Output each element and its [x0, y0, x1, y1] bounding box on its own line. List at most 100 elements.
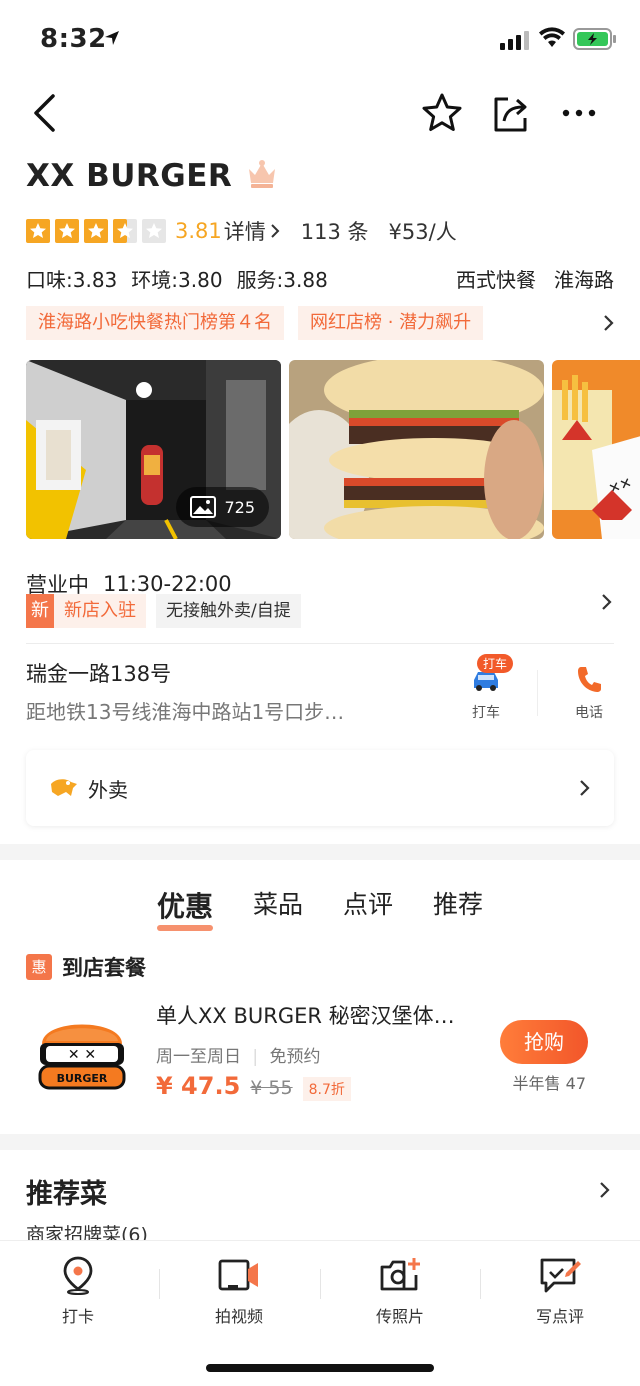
service-tag: 无接触外卖/自提	[156, 594, 301, 628]
tab-deals[interactable]: 优惠	[156, 885, 213, 933]
metro-distance: 距地铁13号线淮海中路站1号口步…	[26, 700, 345, 724]
service-score: 服务:3.88	[236, 268, 328, 292]
deal-days: 周一至周日	[156, 1047, 241, 1067]
burger-logo-text: BURGER	[57, 1072, 108, 1085]
status-time: 8:32	[40, 24, 107, 54]
svg-text:✕ ✕: ✕ ✕	[68, 1047, 96, 1063]
write-review-label: 写点评	[535, 1307, 584, 1326]
environment-score: 环境:3.80	[131, 268, 223, 292]
section-separator	[0, 1134, 640, 1150]
deal-conditions: 周一至周日 | 免预约	[156, 1047, 321, 1067]
video-label: 拍视频	[214, 1307, 263, 1326]
back-button[interactable]	[24, 88, 64, 138]
star-full-icon	[26, 219, 50, 243]
nav-bar	[0, 88, 640, 138]
divider	[26, 643, 614, 644]
star-empty-icon	[142, 219, 166, 243]
back-icon	[34, 94, 55, 132]
review-count[interactable]: 113 条	[301, 216, 369, 246]
photo-gallery[interactable]: 725 ✕✕	[26, 360, 640, 539]
chevron-right-icon[interactable]	[598, 1180, 612, 1200]
photo-count: 725	[224, 497, 255, 517]
more-button[interactable]	[556, 88, 602, 138]
write-review-button[interactable]: 写点评	[510, 1255, 610, 1327]
shop-category[interactable]: 西式快餐	[456, 264, 536, 293]
star-full-icon	[55, 219, 79, 243]
image-icon	[190, 496, 217, 518]
tab-reviews[interactable]: 点评	[343, 885, 393, 933]
deal-price-now: ¥ 47.5	[156, 1072, 241, 1100]
deal-discount: 8.7折	[302, 1077, 351, 1101]
phone-label: 电话	[575, 705, 603, 721]
phone-icon	[578, 667, 601, 692]
address-section[interactable]: 瑞金一路138号 距地铁13号线淮海中路站1号口步… 打车 打车 电话	[26, 654, 614, 725]
separator	[480, 1269, 481, 1299]
rating-detail-label: 详情	[223, 220, 266, 244]
delivery-icon	[51, 779, 77, 796]
bottom-action-bar: 打卡 拍视频 传照片 写点评	[0, 1240, 640, 1386]
cellular-signal-icon	[500, 30, 530, 54]
taxi-label: 打车	[472, 705, 500, 721]
burger-logo: ✕ ✕ BURGER	[36, 1008, 128, 1098]
video-button[interactable]: 拍视频	[189, 1255, 289, 1327]
rating-row: 3.81 详情 113 条 ¥53/人	[26, 216, 457, 246]
new-badge: 新	[26, 594, 54, 628]
rank-tag-influencer[interactable]: 网红店榜 · 潜力飙升	[298, 306, 484, 340]
rating-detail-link[interactable]: 详情	[224, 216, 281, 246]
photo-upload-label: 传照片	[375, 1307, 424, 1326]
checkin-button[interactable]: 打卡	[28, 1255, 128, 1327]
takeout-label: 外卖	[88, 777, 128, 802]
section-separator	[0, 844, 640, 860]
sub-scores-row: 口味:3.83 环境:3.80 服务:3.88 西式快餐 淮海路	[26, 264, 614, 293]
photo-upload-button[interactable]: 传照片	[350, 1255, 450, 1327]
rating-score: 3.81	[175, 219, 222, 243]
deal-card[interactable]: ✕ ✕ BURGER 单人XX BURGER 秘密汉堡体… 周一至周日 | 免预…	[26, 996, 614, 1116]
separator	[159, 1269, 160, 1299]
chevron-right-icon	[604, 315, 614, 331]
location-arrow-icon	[103, 29, 121, 51]
taxi-button[interactable]: 打车 打车	[451, 654, 521, 722]
share-button[interactable]	[486, 88, 536, 138]
shop-address[interactable]: 瑞金一路138号	[26, 658, 614, 688]
business-hours: 11:30-22:00	[103, 572, 232, 596]
chevron-right-icon	[271, 224, 280, 238]
deal-section-header: 惠 到店套餐	[26, 952, 146, 982]
photo-interior[interactable]: 725	[26, 360, 281, 539]
star-outline-icon	[422, 93, 462, 131]
new-shop-tag: 新店入驻	[54, 594, 146, 628]
buy-button[interactable]: 抢购	[500, 1020, 588, 1064]
wifi-icon	[538, 27, 566, 53]
shop-area[interactable]: 淮海路	[554, 264, 614, 293]
takeout-entry[interactable]: 外卖	[26, 750, 614, 826]
rank-tags-row[interactable]: 淮海路小吃快餐热门榜第４名 网红店榜 · 潜力飙升	[26, 306, 616, 340]
favorite-button[interactable]	[416, 88, 468, 138]
photo-count-badge[interactable]: 725	[176, 487, 269, 527]
crown-icon	[246, 159, 278, 193]
taxi-badge: 打车	[477, 654, 514, 673]
rank-tag-hot[interactable]: 淮海路小吃快餐热门榜第４名	[26, 306, 284, 340]
phone-button[interactable]: 电话	[554, 658, 624, 722]
avg-price: ¥53/人	[388, 220, 457, 244]
deal-title[interactable]: 单人XX BURGER 秘密汉堡体…	[156, 1000, 455, 1030]
camera-icon	[380, 1258, 420, 1291]
deal-reserve: 免预约	[269, 1047, 321, 1067]
status-bar: 8:32	[0, 0, 640, 80]
photo-burger[interactable]	[289, 360, 544, 539]
deal-section-title: 到店套餐	[62, 956, 146, 980]
star-rating	[26, 219, 171, 243]
shop-tags-row: 新 新店入驻 无接触外卖/自提	[26, 594, 301, 628]
deal-badge: 惠	[26, 954, 52, 980]
more-icon	[562, 109, 596, 117]
tab-recommend[interactable]: 推荐	[433, 885, 483, 933]
tab-dishes[interactable]: 菜品	[253, 885, 303, 933]
location-pin-icon	[63, 1256, 93, 1295]
star-half-icon	[113, 219, 137, 243]
write-review-icon	[540, 1258, 581, 1293]
separator	[537, 670, 538, 716]
section-tabs: 优惠 菜品 点评 推荐	[0, 885, 640, 933]
checkin-label: 打卡	[61, 1307, 94, 1326]
recommend-title[interactable]: 推荐菜	[26, 1172, 107, 1211]
photo-fries[interactable]: ✕✕	[552, 360, 640, 539]
home-indicator[interactable]	[206, 1364, 434, 1372]
taste-score: 口味:3.83	[26, 268, 118, 292]
